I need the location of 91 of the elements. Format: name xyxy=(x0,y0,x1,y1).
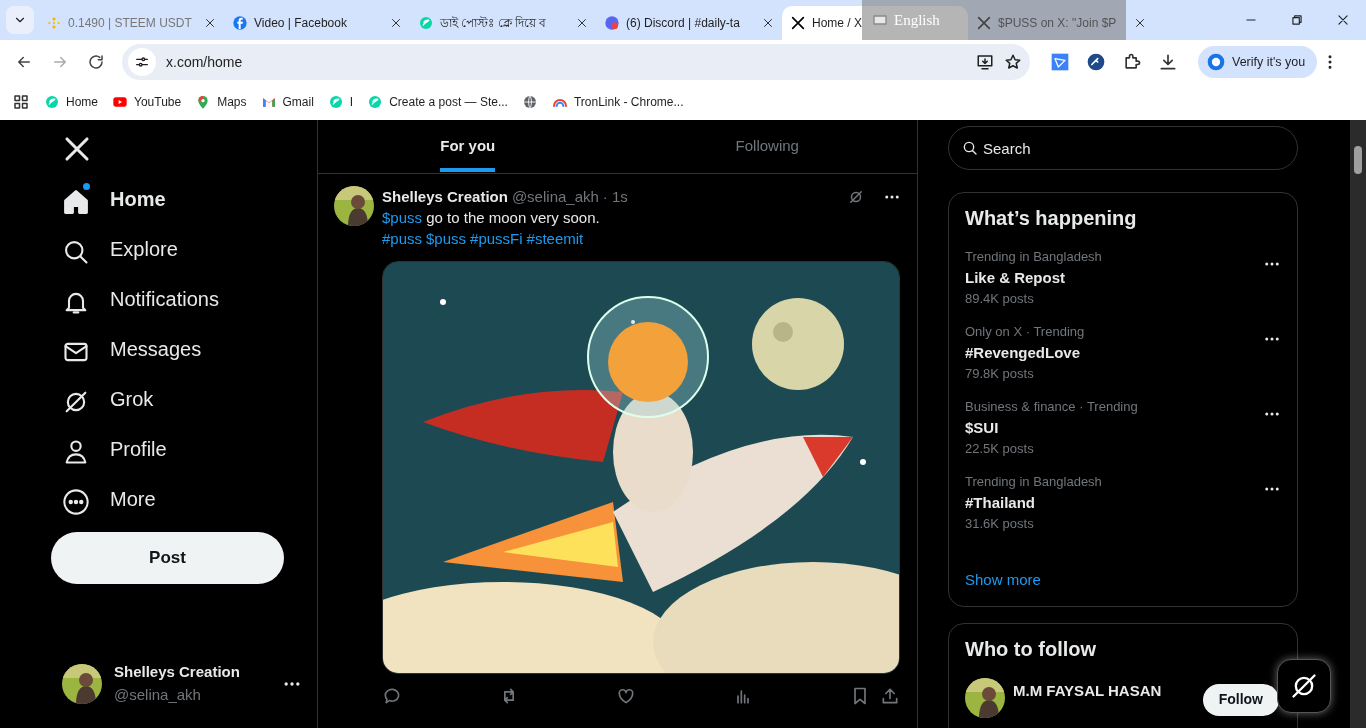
hashtag-link[interactable]: #puss xyxy=(382,228,423,249)
browser-tab[interactable]: Video | Facebook xyxy=(224,6,410,40)
profile-button[interactable]: Verify it's you xyxy=(1198,46,1318,78)
nav-item[interactable]: More xyxy=(51,474,162,524)
steemit-icon xyxy=(44,94,60,110)
nav-item[interactable]: Messages xyxy=(51,324,208,374)
site-settings-icon[interactable] xyxy=(134,54,150,70)
account-name: Shelleys Creation xyxy=(114,662,241,682)
home-icon xyxy=(62,187,90,216)
trend-context: Business & finance · Trending xyxy=(965,398,1138,416)
steemit-icon xyxy=(327,94,344,110)
trend-topic[interactable]: $SUI xyxy=(965,416,1138,439)
trend-topic[interactable]: #RevengedLove xyxy=(965,341,1085,364)
facebook-icon xyxy=(232,15,248,31)
binance-icon xyxy=(46,15,62,31)
close-icon[interactable] xyxy=(762,17,774,29)
nav-item[interactable]: Home xyxy=(51,174,172,224)
close-icon[interactable] xyxy=(1134,17,1146,29)
hashtag-link[interactable]: $puss xyxy=(426,228,467,249)
author-name[interactable]: Shelleys Creation xyxy=(382,186,508,207)
trend-context: Trending in Bangladesh xyxy=(965,473,1102,491)
section-title: What’s happening xyxy=(965,206,1138,231)
trend-count: 89.4K posts xyxy=(965,289,1035,308)
feed-tab[interactable]: For you xyxy=(440,121,496,172)
feed-tab[interactable]: Following xyxy=(735,121,799,172)
bookmark[interactable]: Maps xyxy=(195,93,247,111)
trend-context: Only on X · Trending xyxy=(965,323,1085,341)
x-logo-icon xyxy=(790,15,806,31)
trend-topic[interactable]: #Thailand xyxy=(965,491,1102,514)
x-logo-icon xyxy=(976,15,992,31)
close-icon[interactable] xyxy=(1336,13,1350,27)
scrollbar-thumb[interactable] xyxy=(1354,146,1362,174)
browser-tab[interactable]: 0.1490 | STEEM USDT xyxy=(38,6,224,40)
post-time: · 1s xyxy=(602,187,628,207)
browser-tab[interactable]: (6) Discord | #daily-ta xyxy=(596,6,782,40)
steemit-icon xyxy=(418,15,434,31)
close-icon[interactable] xyxy=(576,17,588,29)
reply-icon[interactable] xyxy=(382,686,402,706)
install-icon[interactable] xyxy=(976,53,994,71)
close-icon[interactable] xyxy=(390,17,402,29)
trend-context: Trending in Bangladesh xyxy=(965,248,1102,266)
browser-tab[interactable]: ডাই পোস্টঃ ক্লে দিয়ে ব xyxy=(410,6,596,40)
follow-button[interactable]: Follow xyxy=(1202,683,1279,716)
trend-count: 31.6K posts xyxy=(965,514,1035,533)
grok-button[interactable] xyxy=(1277,659,1331,713)
bookmark[interactable]: YouTube xyxy=(112,93,182,111)
apps-icon[interactable] xyxy=(12,93,30,111)
more-icon xyxy=(62,487,90,516)
address-text: x.com/home xyxy=(166,52,244,72)
nav-item[interactable]: Grok xyxy=(51,374,160,424)
post-text: $puss go to the moon very soon. xyxy=(382,208,601,228)
address-bar[interactable]: x.com/home xyxy=(122,44,1030,80)
account-name[interactable]: M.M FAYSAL HASAN xyxy=(1013,679,1162,702)
search-field[interactable]: Search xyxy=(948,126,1298,170)
download-icon[interactable] xyxy=(1158,52,1178,72)
discord-icon xyxy=(604,15,620,31)
trend-count: 22.5K posts xyxy=(965,439,1035,458)
steemit-icon xyxy=(367,94,384,110)
author-handle[interactable]: @selina_akh xyxy=(511,186,599,207)
share-icon[interactable] xyxy=(880,686,900,706)
globe-icon[interactable] xyxy=(521,94,538,110)
heart-icon[interactable] xyxy=(616,686,636,706)
nav-item[interactable]: Profile xyxy=(51,424,173,474)
search-icon xyxy=(962,140,978,156)
bookmark[interactable]: TronLink - Chrome... xyxy=(551,93,684,111)
section-title: Who to follow xyxy=(965,636,1098,662)
key-icon[interactable] xyxy=(1086,52,1106,72)
trend-topic[interactable]: Like & Repost xyxy=(965,266,1102,289)
trend-count: 79.8K posts xyxy=(965,364,1035,383)
account-handle: @selina_akh xyxy=(114,684,202,705)
bookmark[interactable]: Gmail xyxy=(260,93,314,111)
show-more-link[interactable]: Show more xyxy=(965,569,1041,592)
nav-item[interactable]: Explore xyxy=(51,224,184,274)
profile-icon xyxy=(1206,52,1226,72)
bookmark[interactable]: Home xyxy=(44,93,98,111)
youtube-icon xyxy=(112,94,128,110)
reload-icon[interactable] xyxy=(87,53,105,71)
cashtag-link[interactable]: $puss xyxy=(382,209,423,226)
hashtag-link[interactable]: #steemit xyxy=(526,228,584,249)
nav-item[interactable]: Notifications xyxy=(51,274,225,324)
send-icon[interactable] xyxy=(1050,52,1070,72)
bookmark[interactable]: I xyxy=(327,93,354,111)
restore-icon[interactable] xyxy=(1290,13,1304,27)
star-icon[interactable] xyxy=(1004,53,1022,71)
hashtag-link[interactable]: #pussFi xyxy=(470,228,523,249)
grok-icon xyxy=(1290,672,1318,700)
bookmark[interactable]: Create a post — Ste... xyxy=(367,93,508,111)
extensions-icon[interactable] xyxy=(1122,52,1142,72)
close-icon[interactable] xyxy=(204,17,216,29)
post-button[interactable]: Post xyxy=(51,532,284,584)
keyboard-icon xyxy=(872,12,888,28)
